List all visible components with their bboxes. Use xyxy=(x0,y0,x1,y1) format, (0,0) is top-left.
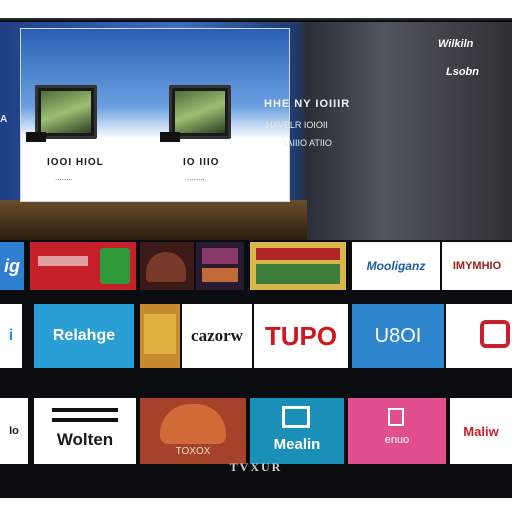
app-tile[interactable]: i xyxy=(0,304,22,368)
app-tile[interactable]: Maliw xyxy=(450,398,512,464)
app-tile-label: cazorw xyxy=(191,326,243,345)
tv-screen: A IOOI HIOL ........ IO IIIO ........ HH… xyxy=(0,18,512,498)
app-tile-art xyxy=(256,264,340,284)
app-tile-label: Io xyxy=(9,425,19,437)
app-tile-label: IMYMHIO xyxy=(452,260,502,272)
app-tile-label: Mealin xyxy=(273,436,321,453)
app-tile[interactable] xyxy=(30,242,136,290)
app-row-1: ig Mooliganz IMYMHIO xyxy=(0,242,512,290)
app-tile-label: TUPO xyxy=(264,320,338,351)
app-tile-art xyxy=(388,408,404,426)
app-row-2: i Relahge cazorw TUPO U8OI xyxy=(0,304,512,368)
app-tile[interactable] xyxy=(140,304,180,368)
app-tile[interactable]: cazorw xyxy=(182,304,252,368)
app-tile[interactable] xyxy=(196,242,244,290)
app-tile-art xyxy=(202,268,238,282)
app-tile-label: Mooliganz xyxy=(366,259,426,273)
app-tile[interactable]: ig xyxy=(0,242,24,290)
tv-brand-logo: TVXUR xyxy=(229,460,283,474)
app-tile-art xyxy=(38,256,88,266)
app-tile-art xyxy=(202,248,238,264)
app-tile[interactable]: U8OI xyxy=(352,304,444,368)
app-tile[interactable]: TUPO xyxy=(254,304,348,368)
hero-banner[interactable]: A IOOI HIOL ........ IO IIIO ........ HH… xyxy=(0,22,512,240)
app-tile[interactable]: Mooliganz xyxy=(352,242,440,290)
app-tile-art xyxy=(256,248,340,260)
app-tile[interactable] xyxy=(140,242,194,290)
app-tile-label: Maliw xyxy=(463,423,499,439)
product-1-name: IOOI HIOL xyxy=(47,157,104,168)
hero-edge-label: A xyxy=(0,114,8,125)
hero-line-1: HAVELR IOIOII xyxy=(266,120,328,130)
product-tv-image-1 xyxy=(26,85,97,142)
app-tile-label: ig xyxy=(4,255,20,276)
hero-title: HHE NY IOIIIR xyxy=(264,98,351,110)
hero-brand-logo-1: Wilkiln xyxy=(438,38,474,50)
hero-brand-logo-2: Lsobn xyxy=(446,66,479,78)
app-tile[interactable]: TOXOX xyxy=(140,398,246,464)
app-tile[interactable]: Mealin xyxy=(250,398,344,464)
app-tile-art xyxy=(480,320,510,348)
app-tile[interactable] xyxy=(446,304,512,368)
app-tile-label: Wolten xyxy=(56,430,114,449)
product-2-name: IO IIIO xyxy=(183,157,220,168)
app-tile-art xyxy=(160,404,226,444)
product-1-subtext: ........ xyxy=(55,173,73,182)
app-tile[interactable]: Io xyxy=(0,398,28,464)
app-tile[interactable]: IMYMHIO xyxy=(442,242,512,290)
app-row-3: Io Wolten TOXOX Mealin enuo Maliw xyxy=(0,398,512,464)
hero-line-2: IAIIIO ATIIO xyxy=(284,138,332,148)
app-tile-label: Relahge xyxy=(52,327,116,344)
app-tile[interactable] xyxy=(250,242,346,290)
app-tile[interactable]: enuo xyxy=(348,398,446,464)
product-2-subtext: ........ xyxy=(187,173,205,182)
app-tile-art xyxy=(282,406,310,428)
app-tile-label: i xyxy=(8,327,14,344)
app-tile[interactable]: Relahge xyxy=(34,304,134,368)
app-tile-art xyxy=(100,248,130,284)
app-tile-label: TOXOX xyxy=(175,446,211,457)
app-tile[interactable]: Wolten xyxy=(34,398,136,464)
app-tile-art xyxy=(52,408,118,422)
product-tv-image-2 xyxy=(160,85,231,142)
app-tile-art xyxy=(146,252,186,282)
hero-field-image xyxy=(0,200,308,240)
featured-product-card[interactable]: IOOI HIOL ........ IO IIIO ........ xyxy=(20,28,290,202)
app-tile-art xyxy=(144,314,176,354)
app-tile-label: enuo xyxy=(384,434,410,446)
app-tile-label: U8OI xyxy=(374,324,422,347)
